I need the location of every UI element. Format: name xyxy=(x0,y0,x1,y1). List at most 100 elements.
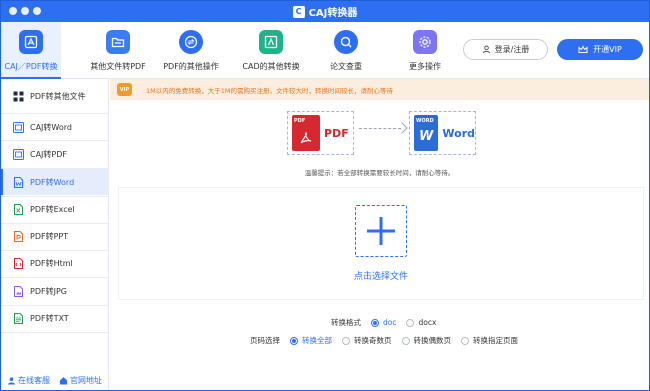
sidebar-item-label: CAJ转Word xyxy=(30,122,72,132)
tab-cad-convert[interactable]: CAD的其他转换 xyxy=(239,22,303,78)
word-file-icon: WORD W xyxy=(414,115,439,151)
sidebar-item-caj-to-pdf[interactable]: CAJ转PDF xyxy=(1,141,109,167)
app-window: C CAJ转换器 CAJ／PDF转换 其他文件转PDF PDF的其他操作 CAD… xyxy=(0,0,650,391)
sidebar-item-pdf-to-excel[interactable]: PDF转Excel xyxy=(1,196,109,222)
excel-file-icon xyxy=(14,203,23,215)
title-bar: C CAJ转换器 xyxy=(1,1,649,22)
word-file-icon xyxy=(14,176,23,188)
online-service-link[interactable]: 在线客服 xyxy=(7,375,50,386)
title-group: C CAJ转换器 xyxy=(1,1,649,22)
login-label: 登录/注册 xyxy=(494,45,530,54)
txt-file-icon xyxy=(14,312,23,324)
radio-unselected xyxy=(342,336,350,345)
sidebar-item-pdf-to-html[interactable]: PDF转Html xyxy=(1,250,109,276)
sidebar-item-label: PDF转TXT xyxy=(30,313,69,323)
tab-label: CAJ／PDF转换 xyxy=(4,62,58,71)
radio-unselected xyxy=(406,318,415,327)
crown-icon xyxy=(578,45,588,53)
app-title: CAJ转换器 xyxy=(308,8,358,19)
sidebar-item-pdf-to-ppt[interactable]: PDF转PPT xyxy=(1,223,109,249)
tab-caj-pdf-convert[interactable]: CAJ／PDF转换 xyxy=(1,22,61,79)
home-icon xyxy=(59,377,68,385)
radio-unselected xyxy=(461,336,469,345)
caj-pdf-convert-icon xyxy=(19,30,43,54)
radio-selected xyxy=(290,336,298,345)
html-file-icon xyxy=(14,257,23,269)
notice-text: 1M以内的免费转换，大于1M的需购买注册，文件较大时，转换时间较长，请耐心等待 xyxy=(146,86,393,95)
arrow-right-icon xyxy=(396,122,408,134)
tab-label: 其他文件转PDF xyxy=(90,62,146,71)
page-options: 页码选择 转换全部 转换奇数页 转换偶数页 转换指定页面 xyxy=(250,335,528,346)
website-label: 官网地址 xyxy=(70,376,102,385)
format-option-docx[interactable]: docx xyxy=(406,318,436,327)
folder-icon xyxy=(106,30,130,54)
sidebar-item-pdf-to-txt[interactable]: PDF转TXT xyxy=(1,305,109,331)
main-toolbar: CAJ／PDF转换 其他文件转PDF PDF的其他操作 CAD的其他转换 论文查… xyxy=(1,22,649,79)
select-file-link[interactable]: 点击选择文件 xyxy=(331,269,431,282)
tab-label: 更多操作 xyxy=(409,62,441,71)
page-option-even[interactable]: 转换偶数页 xyxy=(401,335,452,346)
radio-unselected xyxy=(401,336,410,345)
tab-label: PDF的其他操作 xyxy=(163,62,219,71)
tip-text: 温馨提示：若全部转换需要较长时间，请耐心等待。 xyxy=(304,169,455,177)
pdf-tag: PDF xyxy=(294,118,306,124)
tab-plagiarism-check[interactable]: 论文查重 xyxy=(323,22,369,78)
sidebar-header-label: PDF转其他文件 xyxy=(30,91,86,101)
page-option-odd[interactable]: 转换奇数页 xyxy=(342,335,392,346)
sidebar-header: PDF转其他文件 xyxy=(1,83,109,109)
sidebar-divider xyxy=(1,332,109,333)
target-format-card: WORD W Word xyxy=(409,111,476,155)
page-label: 页码选择 xyxy=(250,336,280,345)
add-file-button[interactable] xyxy=(355,205,407,257)
sidebar-item-label: CAJ转PDF xyxy=(30,149,68,159)
format-options: 转换格式 doc docx xyxy=(331,317,446,328)
sidebar: PDF转其他文件 CAJ转Word CAJ转PDF PDF转Word PDF转E… xyxy=(1,79,109,390)
sidebar-item-pdf-to-word[interactable]: PDF转Word xyxy=(1,169,109,195)
tab-other-to-pdf[interactable]: 其他文件转PDF xyxy=(87,22,149,78)
vip-label: 开通VIP xyxy=(593,45,622,54)
radio-selected xyxy=(371,318,379,327)
search-check-icon xyxy=(334,30,358,54)
source-format-label: PDF xyxy=(324,126,349,140)
sidebar-item-caj-to-word[interactable]: CAJ转Word xyxy=(1,114,109,140)
vip-button[interactable]: 开通VIP xyxy=(557,39,643,60)
swap-icon xyxy=(179,30,203,54)
page-option-all[interactable]: 转换全部 xyxy=(290,335,332,346)
gear-icon xyxy=(413,30,437,54)
image-file-icon xyxy=(14,285,23,297)
word-tag: WORD xyxy=(416,118,434,124)
target-format-label: Word xyxy=(442,126,475,140)
tab-more-ops[interactable]: 更多操作 xyxy=(403,22,447,78)
acrobat-icon xyxy=(300,132,312,144)
sidebar-item-label: PDF转Excel xyxy=(30,204,75,214)
word-glyph: W xyxy=(419,129,434,144)
sidebar-item-label: PDF转PPT xyxy=(30,231,69,241)
option-label: 转换指定页面 xyxy=(473,336,518,345)
option-label: 转换全部 xyxy=(302,336,332,345)
website-link[interactable]: 官网地址 xyxy=(59,375,102,386)
source-format-card: PDF PDF xyxy=(287,111,354,155)
sidebar-item-pdf-to-jpg[interactable]: PDF转JPG xyxy=(1,278,109,304)
grid-icon xyxy=(13,91,24,101)
sidebar-item-label: PDF转JPG xyxy=(30,286,67,296)
caj-word-icon xyxy=(13,121,24,133)
option-label: docx xyxy=(418,318,437,327)
format-option-doc[interactable]: doc xyxy=(371,318,396,327)
tab-pdf-other-ops[interactable]: PDF的其他操作 xyxy=(161,22,221,78)
format-label: 转换格式 xyxy=(331,318,361,327)
sidebar-item-label: PDF转Html xyxy=(30,258,73,268)
option-label: doc xyxy=(383,318,397,327)
tab-label: 论文查重 xyxy=(330,62,362,71)
option-label: 转换偶数页 xyxy=(413,336,452,345)
app-logo-icon: C xyxy=(292,5,305,18)
pdf-file-icon: PDF xyxy=(292,115,320,151)
page-option-custom[interactable]: 转换指定页面 xyxy=(461,335,518,346)
caj-pdf-icon xyxy=(13,148,24,160)
plus-icon xyxy=(367,217,395,245)
notice-bar: VIP 1M以内的免费转换，大于1M的需购买注册，文件较大时，转换时间较长，请耐… xyxy=(110,79,649,100)
cad-icon xyxy=(259,30,283,54)
vip-badge-icon: VIP xyxy=(117,83,132,96)
option-label: 转换奇数页 xyxy=(354,336,392,345)
login-button[interactable]: 登录/注册 xyxy=(463,39,548,60)
online-service-label: 在线客服 xyxy=(18,376,50,385)
